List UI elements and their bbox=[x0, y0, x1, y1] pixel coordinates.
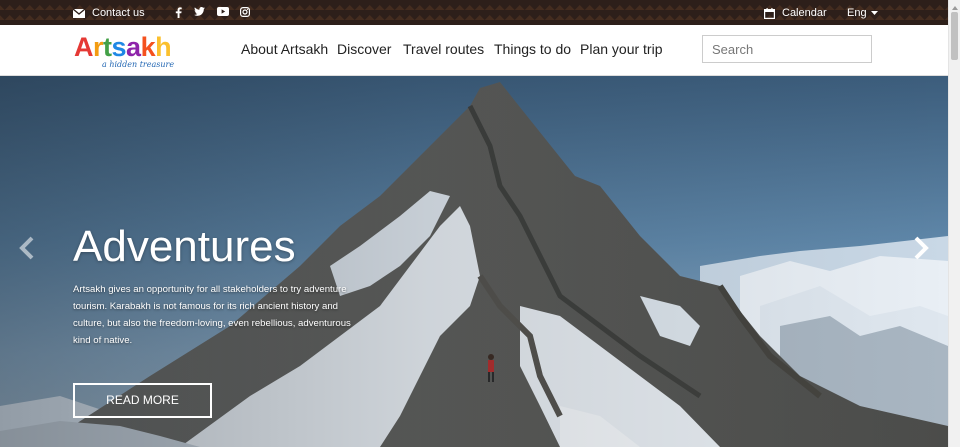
chevron-right-icon[interactable] bbox=[912, 235, 930, 266]
caret-down-icon bbox=[870, 11, 878, 15]
envelope-icon bbox=[73, 8, 85, 18]
calendar-label: Calendar bbox=[782, 7, 827, 19]
facebook-icon[interactable] bbox=[175, 7, 182, 18]
youtube-icon[interactable] bbox=[217, 7, 229, 16]
brand-tagline: a hidden treasure bbox=[102, 60, 175, 69]
main-navbar: Artsakh a hidden treasure About Artsakh … bbox=[0, 25, 948, 76]
hero-title: Adventures bbox=[73, 222, 296, 271]
scroll-up-arrow-icon[interactable] bbox=[950, 0, 960, 10]
brand-letter: k bbox=[140, 32, 156, 62]
brand-letter: r bbox=[93, 32, 104, 62]
brand-name: Artsakh bbox=[74, 32, 172, 62]
instagram-icon[interactable] bbox=[240, 7, 250, 17]
calendar-link[interactable]: Calendar bbox=[764, 7, 827, 19]
brand-logo[interactable]: Artsakh a hidden treasure bbox=[74, 32, 174, 69]
nav-discover[interactable]: Discover bbox=[337, 41, 391, 57]
hero-slider: Adventures Artsakh gives an opportunity … bbox=[0, 76, 948, 447]
brand-letter: s bbox=[111, 32, 127, 62]
brand-letter: t bbox=[103, 32, 112, 62]
contact-link[interactable]: Contact us bbox=[73, 7, 145, 19]
nav-about-artsakh[interactable]: About Artsakh bbox=[241, 41, 328, 57]
nav-travel-routes[interactable]: Travel routes bbox=[403, 41, 484, 57]
read-more-button[interactable]: READ MORE bbox=[73, 383, 212, 418]
calendar-icon bbox=[764, 7, 775, 19]
brand-letter: a bbox=[126, 32, 141, 62]
top-utility-bar: Contact us Calendar Eng bbox=[0, 0, 948, 25]
brand-letter: A bbox=[74, 32, 94, 62]
chevron-left-icon[interactable] bbox=[18, 235, 36, 266]
hero-description: Artsakh gives an opportunity for all sta… bbox=[73, 284, 351, 346]
contact-label: Contact us bbox=[92, 7, 145, 19]
language-dropdown[interactable]: Eng bbox=[847, 7, 878, 19]
twitter-icon[interactable] bbox=[194, 7, 205, 16]
brand-letter: h bbox=[155, 32, 172, 62]
page-scrollbar[interactable] bbox=[948, 0, 960, 447]
scroll-thumb[interactable] bbox=[951, 12, 958, 60]
nav-things-to-do[interactable]: Things to do bbox=[494, 41, 571, 57]
nav-plan-your-trip[interactable]: Plan your trip bbox=[580, 41, 662, 57]
language-label: Eng bbox=[847, 7, 867, 19]
search-input[interactable] bbox=[702, 35, 872, 63]
